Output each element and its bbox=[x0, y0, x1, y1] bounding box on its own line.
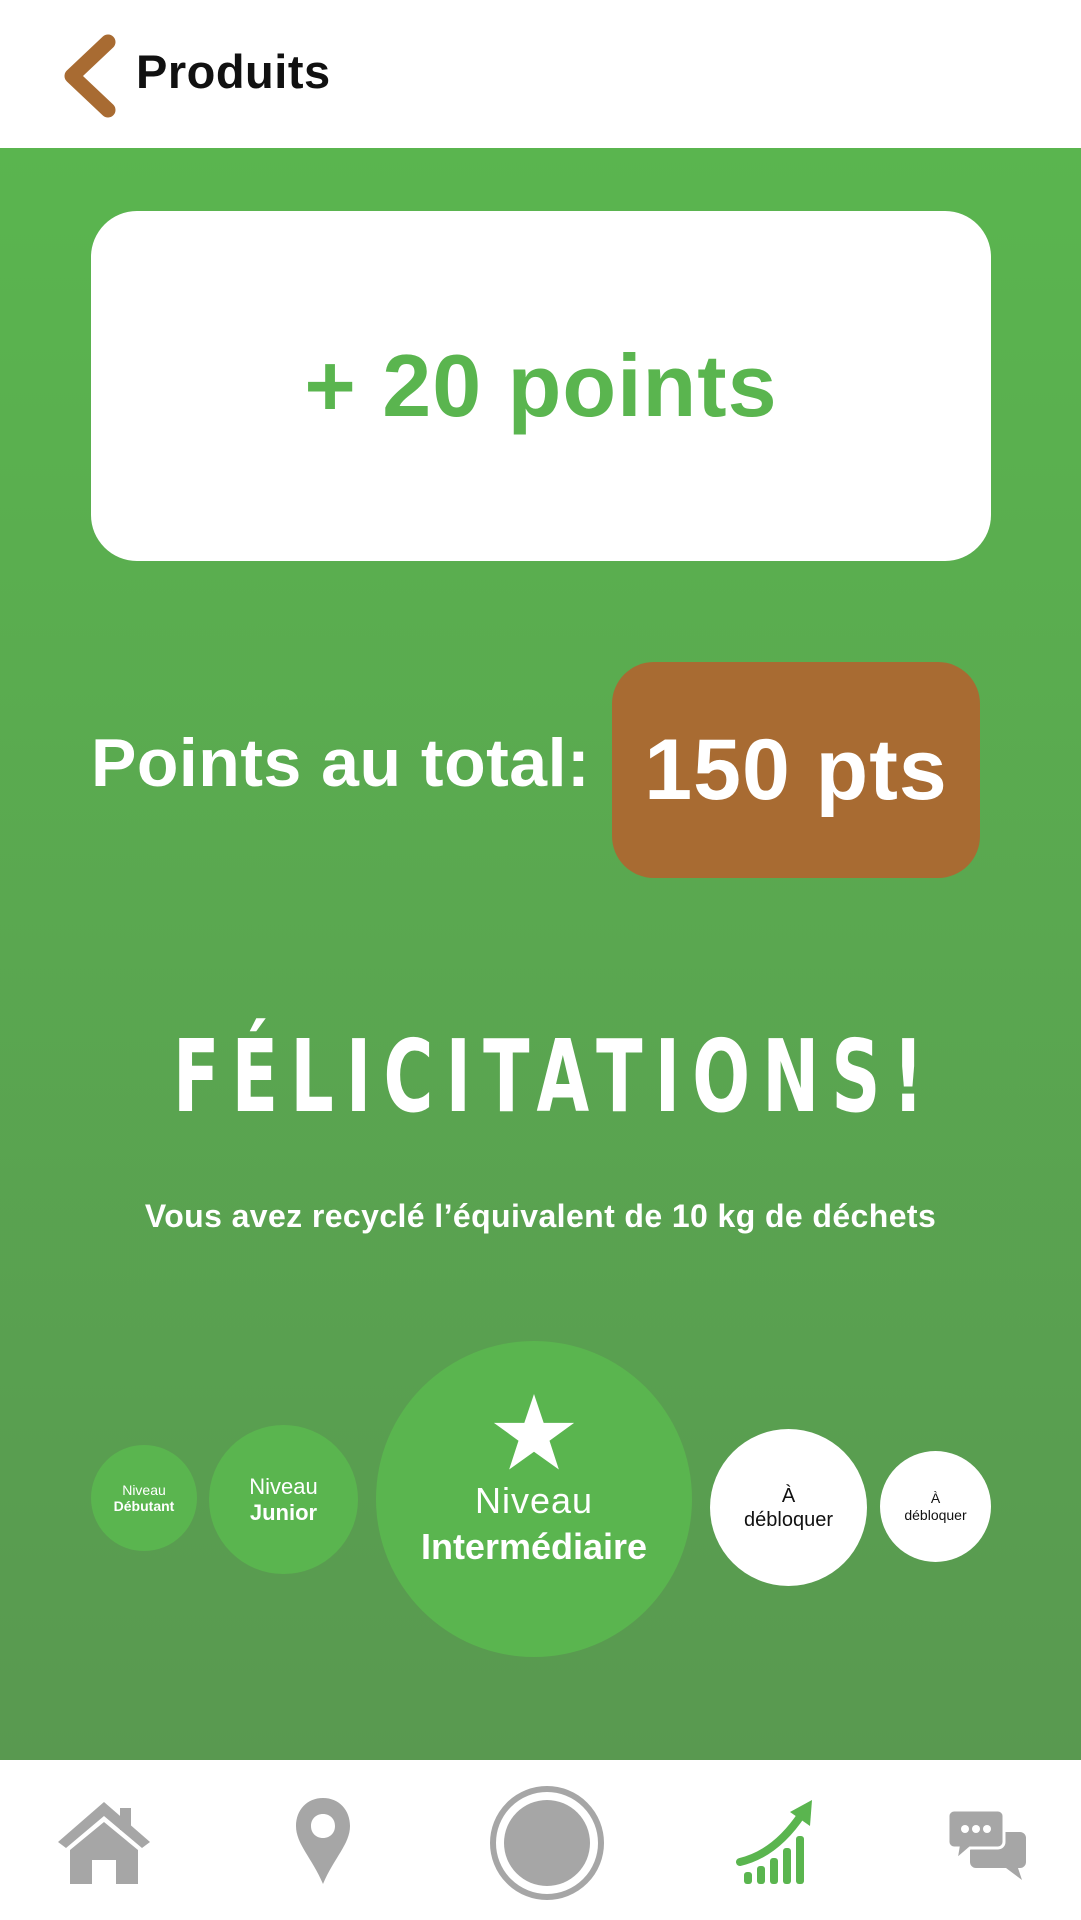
level-intermediate-current[interactable]: Niveau Intermédiaire bbox=[376, 1341, 692, 1657]
locked-label: débloquer bbox=[904, 1506, 967, 1523]
nav-map-button[interactable] bbox=[294, 1796, 352, 1886]
level-locked[interactable]: À débloquer bbox=[710, 1429, 867, 1586]
nav-scan-button[interactable] bbox=[488, 1784, 606, 1902]
nav-home-button[interactable] bbox=[56, 1800, 152, 1884]
level-beginner[interactable]: Niveau Débutant bbox=[91, 1445, 197, 1551]
level-label: Niveau bbox=[249, 1473, 318, 1499]
page-title: Produits bbox=[136, 45, 331, 98]
nav-progress-button[interactable] bbox=[736, 1798, 816, 1888]
points-earned: + 20 points bbox=[304, 336, 778, 435]
chevron-left-icon bbox=[64, 34, 116, 118]
level-label: Niveau bbox=[474, 1480, 594, 1521]
total-points-value: 150 pts bbox=[644, 721, 948, 818]
reward-panel: + 20 points Points au total: 150 pts FÉL… bbox=[0, 148, 1081, 1760]
home-icon bbox=[58, 1802, 150, 1884]
total-points-badge: 150 pts bbox=[612, 662, 980, 878]
chat-icon bbox=[946, 1808, 1026, 1880]
level-name: Intermédiaire bbox=[420, 1526, 648, 1567]
nav-chat-button[interactable] bbox=[946, 1808, 1028, 1882]
level-name: Junior bbox=[249, 1499, 318, 1525]
level-locked[interactable]: À débloquer bbox=[880, 1451, 991, 1562]
recycling-message: Vous avez recyclé l’équivalent de 10 kg … bbox=[144, 1198, 937, 1234]
level-junior[interactable]: Niveau Junior bbox=[209, 1425, 358, 1574]
app-header: Produits bbox=[0, 0, 1081, 148]
congratulations-heading: FÉLICITATIONS! bbox=[172, 1018, 936, 1135]
back-button[interactable] bbox=[56, 34, 126, 118]
growth-chart-icon bbox=[736, 1800, 812, 1884]
points-earned-card: + 20 points bbox=[91, 211, 991, 561]
bottom-nav bbox=[0, 1760, 1081, 1920]
camera-shutter-icon bbox=[490, 1786, 604, 1900]
total-points-label: Points au total: bbox=[91, 725, 591, 801]
locked-label: À bbox=[781, 1484, 796, 1507]
locked-label: À bbox=[930, 1489, 941, 1506]
star-icon bbox=[493, 1394, 575, 1470]
locked-label: débloquer bbox=[744, 1508, 833, 1531]
level-name: Débutant bbox=[113, 1498, 175, 1514]
level-label: Niveau bbox=[122, 1482, 166, 1498]
map-pin-icon bbox=[296, 1798, 350, 1884]
